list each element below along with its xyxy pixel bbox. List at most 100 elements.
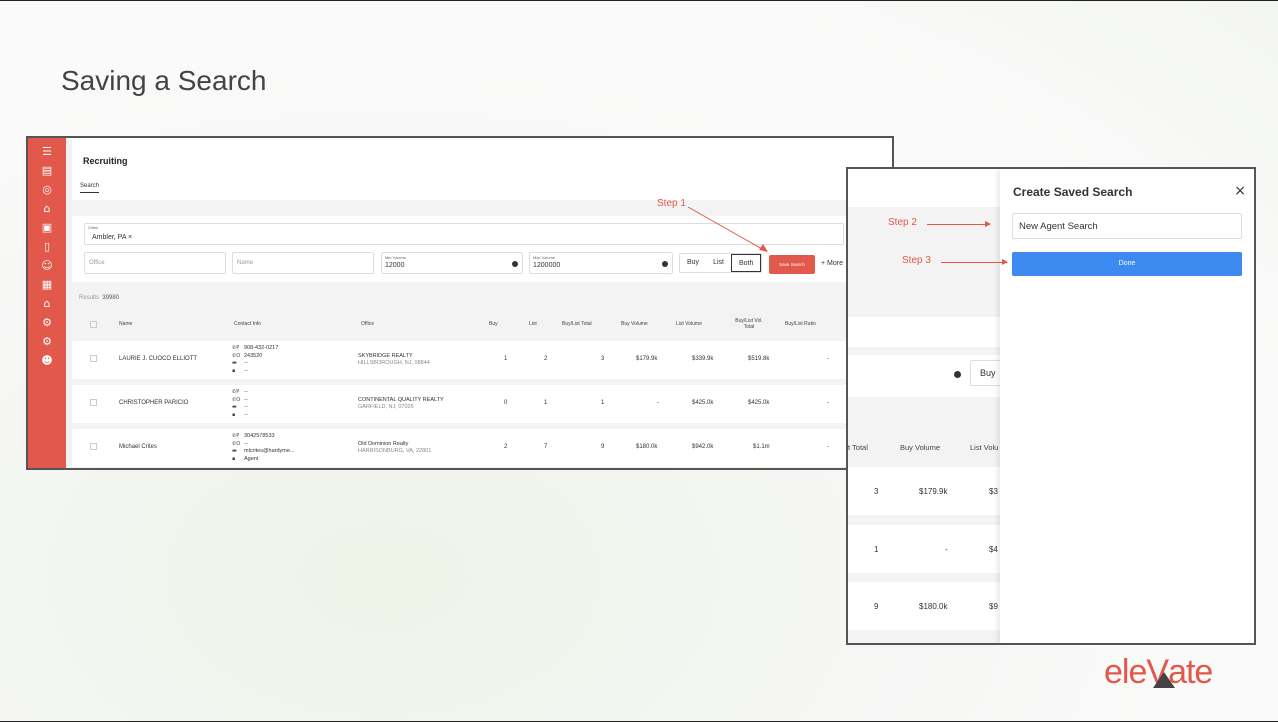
table-row[interactable]: Michael Crites ✆P 3042578533 ✆O -- ▬ mlcrit… <box>72 429 892 467</box>
role-icon: ▪ <box>232 411 236 418</box>
col-ratio[interactable]: Buy/List Ratio <box>785 321 816 327</box>
email-value: mlcrites@hardyme... <box>244 448 295 454</box>
office-icon[interactable]: ⌂ <box>39 201 55 216</box>
report-icon[interactable]: ▦ <box>39 277 55 292</box>
segment-list[interactable]: List <box>706 254 731 272</box>
list-volume: $3 <box>989 487 998 496</box>
col-vol-total[interactable]: Buy/List Vol. Total <box>731 318 767 330</box>
dashboard-icon[interactable]: ▤ <box>39 163 55 178</box>
close-icon[interactable]: × <box>1234 183 1246 199</box>
col-buy-volume: Buy Volume <box>900 443 941 452</box>
building-icon[interactable]: ▯ <box>39 239 55 254</box>
page-title: Recruiting <box>83 156 128 166</box>
contact-info: ✆P 3042578533 ✆O -- ▬ mlcrites@hardyme... ▪… <box>232 433 295 463</box>
office-field[interactable]: Office <box>84 252 226 274</box>
save-search-button[interactable]: Save Search <box>769 255 815 274</box>
buy-list-toggle: Buy List Both <box>679 253 763 273</box>
buy-volume: - <box>657 400 659 406</box>
table-row[interactable]: LAURIE J. CUOCO ELLIOTT ✆P 908-432-0217 ✆… <box>72 341 892 379</box>
more-filters-link[interactable]: + More <box>821 260 843 267</box>
contact-info: ✆P -- ✆O -- ▬ -- ▪ -- <box>232 389 248 419</box>
office-phone-value: -- <box>244 396 248 403</box>
office-phone-icon: ✆O <box>232 440 241 447</box>
col-list[interactable]: List <box>529 321 537 327</box>
min-volume-field[interactable]: Min Volume 12000 <box>381 252 523 274</box>
max-volume-field[interactable]: Max Volume 1200000 <box>529 252 673 274</box>
sidebar: ☰ ▤ ◎ ⌂ ▣ ▯ ☺ ▦ ⌂ ⚙ ⚙ ☻ <box>28 138 66 468</box>
settings-icon[interactable]: ⚙ <box>39 315 55 330</box>
col-buy[interactable]: Buy <box>489 321 498 327</box>
col-buy-list-total[interactable]: Buy/List Total <box>562 321 592 327</box>
buy-volume: $179.9k <box>636 356 658 362</box>
step-2-label: Step 2 <box>888 217 917 228</box>
row-checkbox[interactable] <box>90 399 97 406</box>
name-field[interactable]: Name <box>232 252 374 274</box>
list-volume: $425.0k <box>692 400 714 406</box>
agent-name[interactable]: LAURIE J. CUOCO ELLIOTT <box>119 356 197 362</box>
buy-list-ratio: - <box>827 356 829 362</box>
tab-search[interactable]: Search <box>80 183 100 193</box>
step-1-label: Step 1 <box>657 198 686 209</box>
phone-icon: ✆P <box>232 433 240 439</box>
segment-buy[interactable]: Buy <box>680 254 706 272</box>
role-value: Agent <box>244 455 259 462</box>
col-buy-volume[interactable]: Buy Volume <box>621 321 648 327</box>
done-button[interactable]: Done <box>1012 252 1242 276</box>
select-all-checkbox[interactable] <box>90 321 97 328</box>
create-saved-search-screenshot: Buy t Total Buy Volume List Volu 3 $179.… <box>846 167 1256 645</box>
cities-label: Cities <box>88 225 99 230</box>
min-volume-value: 12000 <box>385 262 405 269</box>
buy-list-ratio: - <box>827 400 829 406</box>
col-name[interactable]: Name <box>119 321 132 327</box>
background-header <box>848 169 1008 207</box>
col-office[interactable]: Office <box>361 321 374 327</box>
col-list-volume[interactable]: List Volume <box>676 321 702 327</box>
integrations-icon[interactable]: ⚙ <box>39 334 55 349</box>
total-count: 3 <box>874 487 879 496</box>
table-row[interactable]: CHRISTOPHER PARICIO ✆P -- ✆O -- ▬ -- ▪ -- CO… <box>72 385 892 423</box>
profile-icon[interactable]: ☻ <box>39 353 55 368</box>
clear-icon[interactable] <box>662 261 668 267</box>
office-phone-value: 243520 <box>244 352 263 359</box>
team-icon[interactable]: ☺ <box>39 258 55 273</box>
office-info: SKYBRIDGE REALTY HILLSBOROUGH, NJ, 08844 <box>358 353 430 366</box>
buy-count: 0 <box>504 400 508 406</box>
list-count: 7 <box>544 444 548 450</box>
clear-icon[interactable] <box>512 261 518 267</box>
phone-icon: ✆P <box>232 345 240 351</box>
panel-title: Create Saved Search <box>1013 185 1133 199</box>
segment-both[interactable]: Both <box>730 254 762 272</box>
home-icon[interactable]: ⌂ <box>39 296 55 311</box>
volume-total: $425.0k <box>748 400 770 406</box>
table-row: 1 - $4 <box>848 525 1008 573</box>
results-count: Results 39980 <box>79 295 119 301</box>
table-row: 9 $180.0k $9 <box>848 582 1008 630</box>
name-placeholder: Name <box>237 260 254 266</box>
phone-value: 3042578533 <box>244 433 275 439</box>
contact-card-icon[interactable]: ▣ <box>39 220 55 235</box>
office-phone-icon: ✆O <box>232 352 241 359</box>
row-checkbox[interactable] <box>90 443 97 450</box>
clear-icon[interactable] <box>954 371 961 378</box>
menu-icon[interactable]: ☰ <box>39 144 55 159</box>
logo-triangle-icon <box>1153 672 1176 688</box>
buy-list-ratio: - <box>827 444 829 450</box>
office-name: CONTINENTAL QUALITY REALTY <box>358 397 444 403</box>
volume-total: $519.8k <box>748 356 770 362</box>
role-value: -- <box>244 367 248 374</box>
step-2-arrow <box>927 221 991 227</box>
agent-name[interactable]: CHRISTOPHER PARICIO <box>119 400 188 406</box>
office-phone-value: -- <box>244 440 248 447</box>
background-input <box>848 317 1008 347</box>
agents-icon[interactable]: ◎ <box>39 182 55 197</box>
city-chip[interactable]: Ambler, PA × <box>92 234 132 241</box>
col-contact-info: Contact Info <box>234 321 261 327</box>
office-info: Old Dominion Realty HARRISONBURG, VA, 22… <box>358 441 431 454</box>
search-name-input[interactable]: New Agent Search <box>1012 213 1242 239</box>
agent-name[interactable]: Michael Crites <box>119 444 157 450</box>
office-placeholder: Office <box>89 260 105 266</box>
office-address: HILLSBOROUGH, NJ, 08844 <box>358 359 430 366</box>
row-checkbox[interactable] <box>90 355 97 362</box>
total-count: 3 <box>601 356 605 362</box>
role-icon: ▪ <box>232 455 236 462</box>
